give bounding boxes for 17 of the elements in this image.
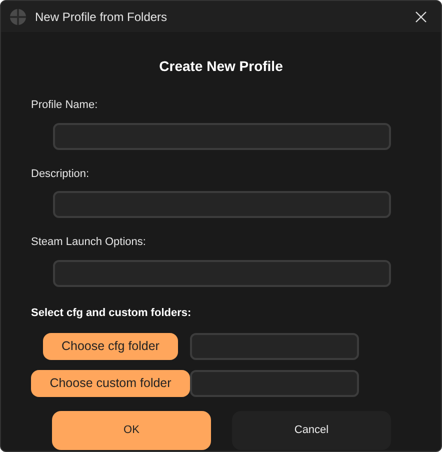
field-label: Profile Name: bbox=[31, 98, 99, 113]
dialog-heading: Create New Profile bbox=[158, 57, 284, 76]
close-button[interactable] bbox=[413, 8, 429, 24]
choose-folder-button[interactable]: Choose custom folder bbox=[30, 370, 190, 397]
app-logo-icon bbox=[9, 8, 27, 26]
input-field[interactable] bbox=[53, 122, 391, 150]
choose-folder-button[interactable]: Choose cfg folder bbox=[42, 333, 178, 360]
folder-path-field[interactable] bbox=[190, 333, 359, 360]
cancel-button[interactable]: Cancel bbox=[232, 411, 391, 450]
window-title: New Profile from Folders bbox=[35, 8, 168, 26]
ok-button[interactable]: OK bbox=[52, 411, 211, 450]
section-label: Select cfg and custom folders: bbox=[31, 306, 192, 320]
field-label: Steam Launch Options: bbox=[31, 235, 147, 250]
folder-path-field[interactable] bbox=[190, 370, 359, 397]
input-field[interactable] bbox=[53, 191, 391, 218]
field-label: Description: bbox=[31, 166, 90, 182]
input-field[interactable] bbox=[53, 260, 391, 286]
